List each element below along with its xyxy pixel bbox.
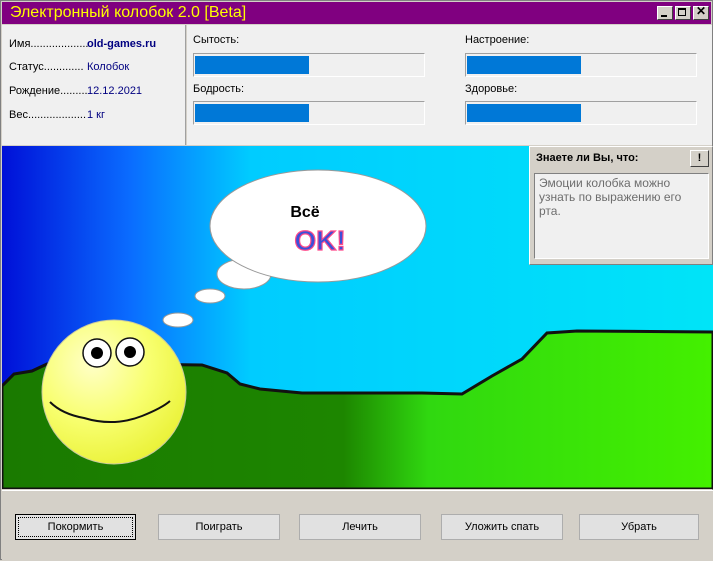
health-fill — [467, 104, 581, 122]
next-tip-button[interactable]: ! — [690, 150, 709, 167]
info-value: 12.12.2021 — [87, 85, 143, 97]
info-label: Статус............. — [9, 61, 84, 73]
feed-button[interactable]: Покормить — [15, 514, 136, 540]
thought-bubble-small — [162, 312, 194, 328]
info-value: Колобок — [87, 61, 130, 73]
bubble-text-line1: Всё — [290, 204, 319, 221]
info-row-status: Статус............. Колобок — [9, 61, 129, 73]
mood-bar — [465, 53, 697, 77]
heal-button[interactable]: Лечить — [299, 514, 421, 540]
title-bar[interactable]: Электронный колобок 2.0 [Beta] ✕ — [2, 2, 711, 24]
action-bar: Покормить Поиграть Лечить Уложить спать … — [2, 490, 713, 561]
info-value: old-games.ru — [87, 38, 157, 50]
satiety-bar — [193, 53, 425, 77]
right-pupil — [124, 346, 136, 358]
tip-panel: Знаете ли Вы, что: ! Эмоции колобка можн… — [529, 146, 713, 265]
maximize-button[interactable] — [675, 6, 691, 20]
bubble-text-line2: OK! — [294, 225, 345, 256]
maximize-icon — [678, 8, 686, 16]
sleep-button[interactable]: Уложить спать — [441, 514, 563, 540]
stat-label-energy: Бодрость: — [193, 83, 245, 95]
info-label: Рождение......... — [9, 85, 88, 97]
play-button[interactable]: Поиграть — [158, 514, 280, 540]
energy-bar — [193, 101, 425, 125]
info-row-birth: Рождение......... 12.12.2021 — [9, 85, 142, 97]
clean-button[interactable]: Убрать — [579, 514, 699, 540]
tip-title: Знаете ли Вы, что: — [536, 152, 639, 164]
mood-fill — [467, 56, 581, 74]
info-value: 1 кг — [87, 109, 105, 121]
minimize-icon — [661, 15, 667, 17]
info-row-weight: Вес................... 1 кг — [9, 109, 105, 121]
info-label: Вес................... — [9, 109, 87, 121]
window-title: Электронный колобок 2.0 [Beta] — [10, 4, 247, 21]
left-pupil — [91, 347, 103, 359]
info-row-name: Имя................... old-games.ru — [9, 38, 156, 50]
kolobok[interactable] — [41, 319, 187, 465]
stats-panel: Сытость: Настроение: Бодрость: Здоровье: — [187, 25, 712, 145]
close-icon: ✕ — [695, 4, 707, 18]
stat-label-satiety: Сытость: — [193, 34, 240, 46]
stat-label-mood: Настроение: — [465, 34, 530, 46]
info-panel: Имя................... old-games.ru Стат… — [2, 25, 186, 145]
energy-fill — [195, 104, 309, 122]
minimize-button[interactable] — [657, 6, 673, 20]
app-window: Электронный колобок 2.0 [Beta] ✕ Имя....… — [0, 0, 713, 561]
thought-bubble-small — [194, 288, 226, 304]
stat-label-health: Здоровье: — [465, 83, 518, 95]
health-bar — [465, 101, 697, 125]
tip-text: Эмоции колобка можно узнать по выражению… — [534, 173, 709, 259]
close-button[interactable]: ✕ — [693, 4, 709, 20]
info-label: Имя................... — [9, 38, 89, 50]
satiety-fill — [195, 56, 309, 74]
